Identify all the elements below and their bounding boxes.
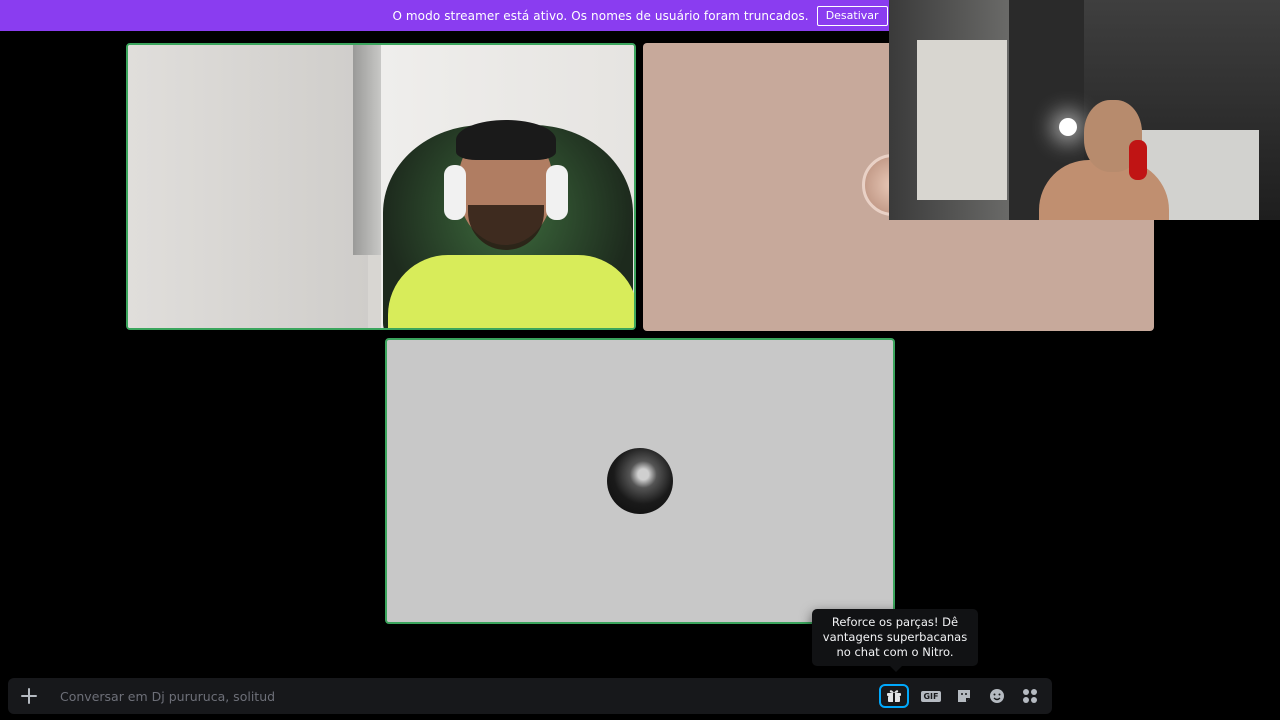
sticker-icon[interactable] bbox=[953, 685, 975, 707]
streamer-mode-text: O modo streamer está ativo. Os nomes de … bbox=[392, 8, 809, 23]
window-frame bbox=[353, 45, 381, 255]
participant-body bbox=[388, 255, 634, 328]
participant-hair bbox=[456, 120, 556, 160]
headset-right bbox=[546, 165, 568, 220]
nitro-tooltip: Reforce os parças! Dê vantagens superbac… bbox=[812, 609, 978, 672]
message-input[interactable] bbox=[50, 678, 860, 714]
video-tile-webcam-1[interactable] bbox=[126, 43, 636, 330]
participant-avatar-panda bbox=[607, 448, 673, 514]
emoji-icon[interactable] bbox=[986, 685, 1008, 707]
lamp-light bbox=[1059, 118, 1077, 136]
background-wall bbox=[128, 45, 368, 328]
chat-input-bar: GIF bbox=[8, 678, 1052, 714]
gif-icon[interactable]: GIF bbox=[920, 685, 942, 707]
closet bbox=[917, 40, 1007, 200]
gift-icon[interactable] bbox=[879, 684, 909, 708]
chat-actions: GIF bbox=[879, 684, 1041, 708]
headset-left bbox=[444, 165, 466, 220]
apps-icon[interactable] bbox=[1019, 685, 1041, 707]
red-headset bbox=[1129, 140, 1147, 180]
popout-video-preview[interactable] bbox=[889, 0, 1280, 220]
disable-streamer-mode-button[interactable]: Desativar bbox=[816, 5, 888, 26]
plus-circle-icon[interactable] bbox=[8, 678, 50, 714]
